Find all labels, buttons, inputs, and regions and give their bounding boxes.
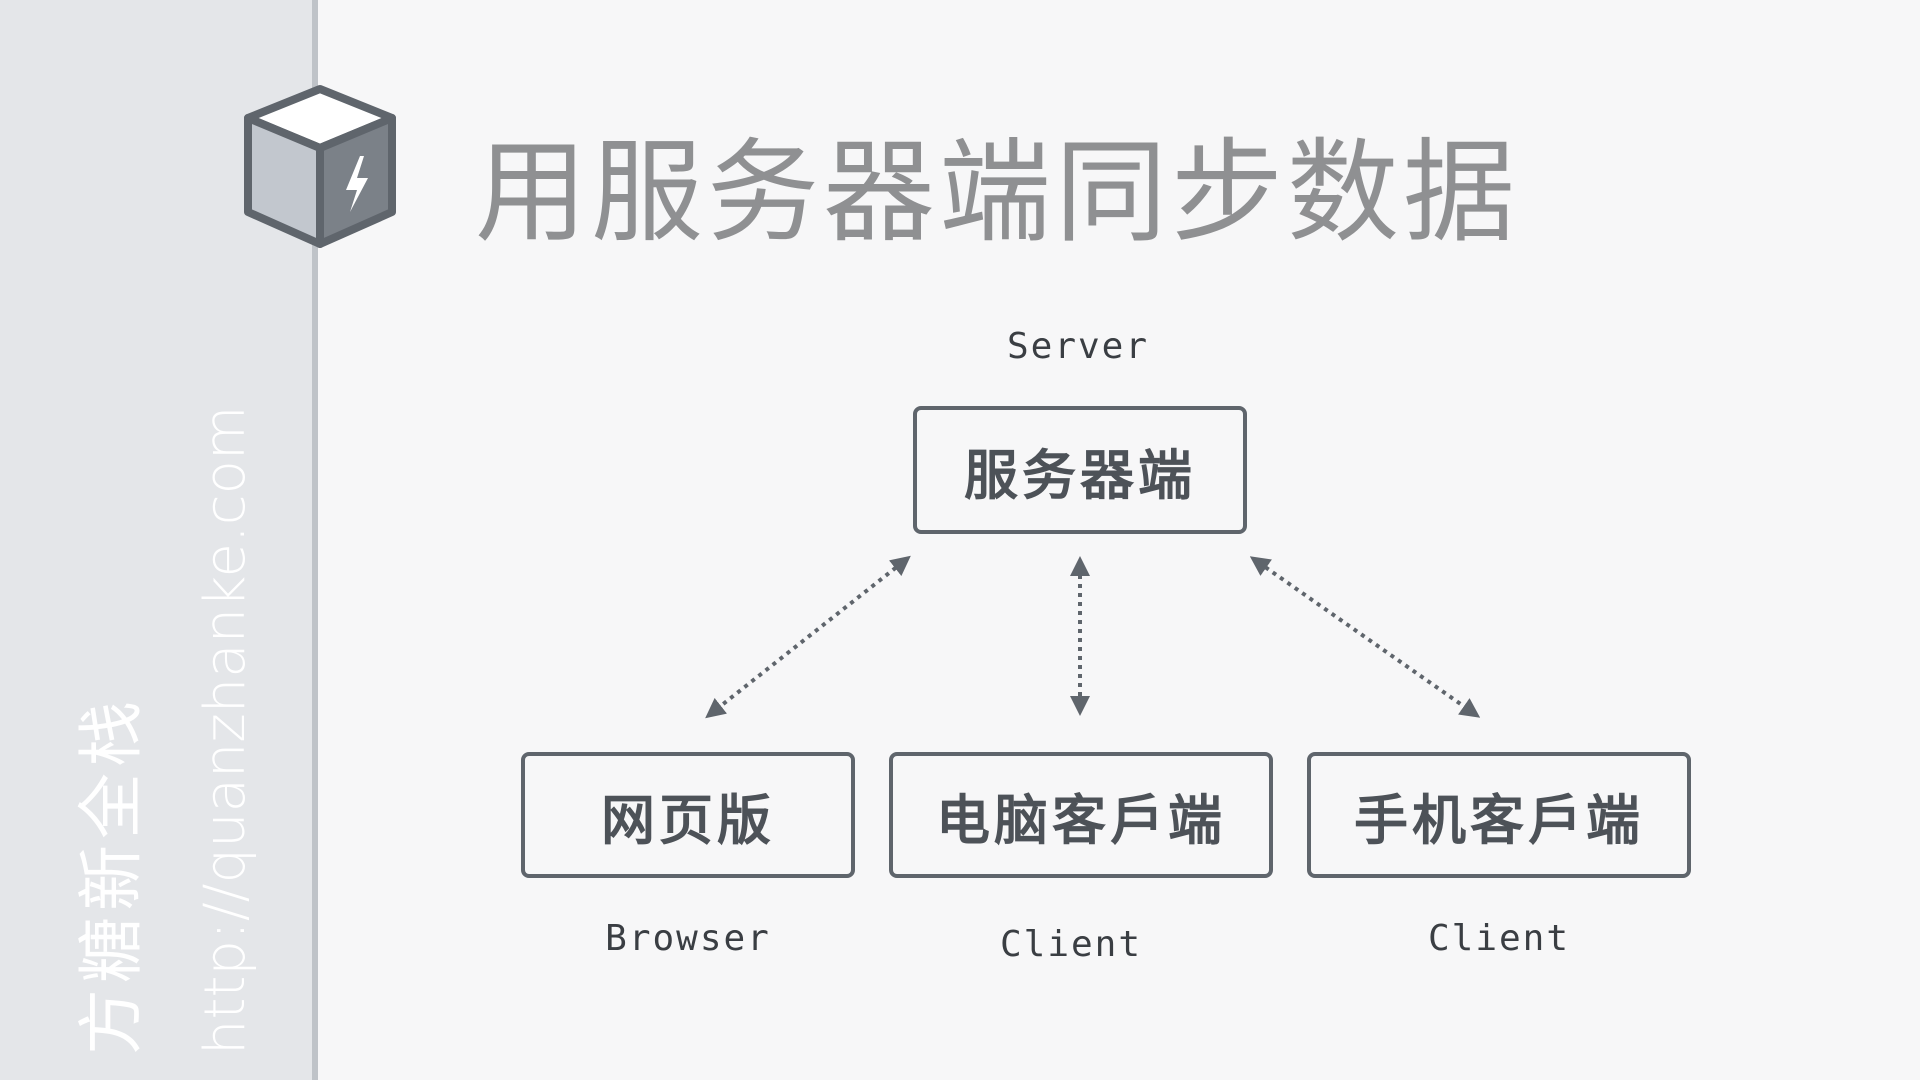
client-caption-browser: Browser [605,918,771,959]
arrow-server-browser [705,555,911,719]
client-caption-mobile: Client [1427,918,1571,959]
arrow-server-mobile [1249,556,1481,718]
client-node-browser: 网页版 [521,752,855,878]
client-caption-desktop: Client [999,924,1143,965]
client-node-desktop: 电脑客戶端 [889,752,1273,878]
client-node-mobile: 手机客戶端 [1307,752,1691,878]
